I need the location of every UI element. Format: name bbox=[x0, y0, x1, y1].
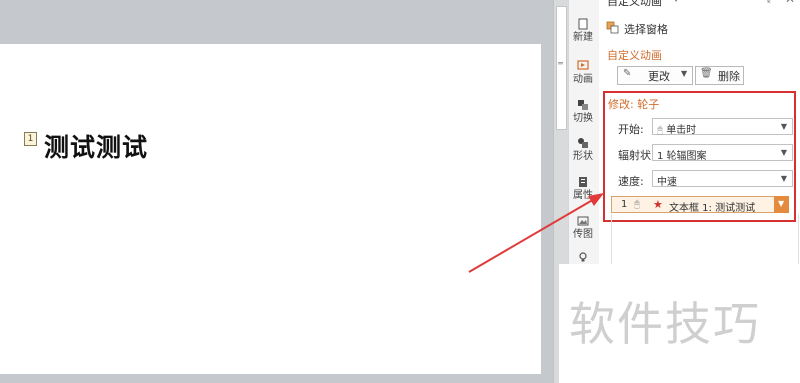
animation-item-label: 文本框 1: 测试测试 bbox=[669, 203, 756, 214]
restore-icon[interactable]: ⤢ bbox=[767, 0, 776, 6]
animation-item-number: 1 bbox=[621, 199, 628, 210]
animation-icon bbox=[577, 60, 589, 72]
pane-menu-caret-icon[interactable]: ▼ bbox=[673, 0, 679, 3]
spokes-label: 辐射状: bbox=[618, 149, 655, 162]
scrollbar-grip-icon: ═ bbox=[558, 59, 563, 68]
modify-effect-label: 更改 bbox=[648, 70, 670, 83]
trash-icon: 🗑 bbox=[700, 68, 713, 79]
select-pane-link[interactable]: 选择窗格 bbox=[624, 21, 668, 37]
animation-list-box[interactable] bbox=[611, 214, 799, 264]
scrollbar-thumb[interactable] bbox=[556, 6, 567, 130]
chevron-down-icon: ▼ bbox=[778, 199, 785, 208]
chevron-down-icon: ▼ bbox=[780, 122, 787, 131]
tab-transition[interactable]: 切换 bbox=[568, 99, 598, 125]
animation-item-dropdown[interactable]: ▼ bbox=[774, 196, 789, 213]
speed-select[interactable]: 中速 ▼ bbox=[652, 170, 793, 188]
pane-title: 自定义动画 bbox=[607, 0, 662, 8]
lightbulb-icon[interactable] bbox=[578, 252, 588, 262]
start-select-value: 🖰 单击时 bbox=[657, 125, 697, 136]
pencil-icon: ✎ bbox=[623, 68, 632, 79]
picture-icon bbox=[577, 215, 589, 227]
shapes-icon bbox=[577, 137, 589, 149]
speed-label: 速度: bbox=[618, 175, 644, 188]
select-pane-icon[interactable] bbox=[606, 21, 620, 37]
section-heading: 自定义动画 bbox=[607, 49, 662, 62]
properties-icon bbox=[577, 176, 589, 188]
tab-properties-label: 属性 bbox=[573, 190, 593, 201]
tab-properties[interactable]: 属性 bbox=[568, 176, 598, 202]
tab-new-label: 新建 bbox=[573, 32, 593, 43]
close-icon[interactable]: ✕ bbox=[785, 0, 795, 6]
star-icon: ★ bbox=[653, 198, 663, 211]
tab-picture[interactable]: 传图 bbox=[568, 215, 598, 241]
tab-animation-label: 动画 bbox=[573, 74, 593, 85]
tab-animation[interactable]: 动画 bbox=[568, 60, 598, 86]
slide[interactable] bbox=[0, 44, 541, 374]
transition-icon bbox=[577, 99, 589, 111]
mouse-icon: 🖰 bbox=[634, 199, 640, 210]
slide-text-box[interactable]: 测试测试 bbox=[44, 128, 148, 164]
modify-effect-title: 修改: 轮子 bbox=[608, 98, 660, 111]
chevron-down-icon: ▼ bbox=[780, 174, 787, 183]
animation-order-marker: 1 bbox=[24, 132, 37, 146]
tab-new[interactable]: 新建 bbox=[568, 18, 598, 44]
speed-select-value: 中速 bbox=[657, 177, 677, 188]
delete-effect-label: 删除 bbox=[718, 70, 740, 83]
spokes-select[interactable]: 1 轮辐图案 ▼ bbox=[652, 144, 793, 162]
tab-transition-label: 切换 bbox=[573, 113, 593, 124]
new-icon bbox=[577, 18, 589, 30]
chevron-down-icon: ▼ bbox=[681, 69, 688, 78]
watermark-text: 软件技巧 bbox=[569, 297, 761, 351]
spokes-select-value: 1 轮辐图案 bbox=[657, 151, 707, 162]
tab-shapes-label: 形状 bbox=[573, 151, 593, 162]
mouse-icon: 🖰 bbox=[657, 125, 663, 136]
chevron-down-icon: ▼ bbox=[780, 148, 787, 157]
tab-shapes[interactable]: 形状 bbox=[568, 137, 598, 163]
animation-list-item[interactable]: 1 🖰 ★ 文本框 1: 测试测试 bbox=[611, 196, 789, 214]
start-label: 开始: bbox=[618, 123, 644, 136]
tab-picture-label: 传图 bbox=[573, 229, 593, 240]
start-select[interactable]: 🖰 单击时 ▼ bbox=[652, 118, 793, 136]
